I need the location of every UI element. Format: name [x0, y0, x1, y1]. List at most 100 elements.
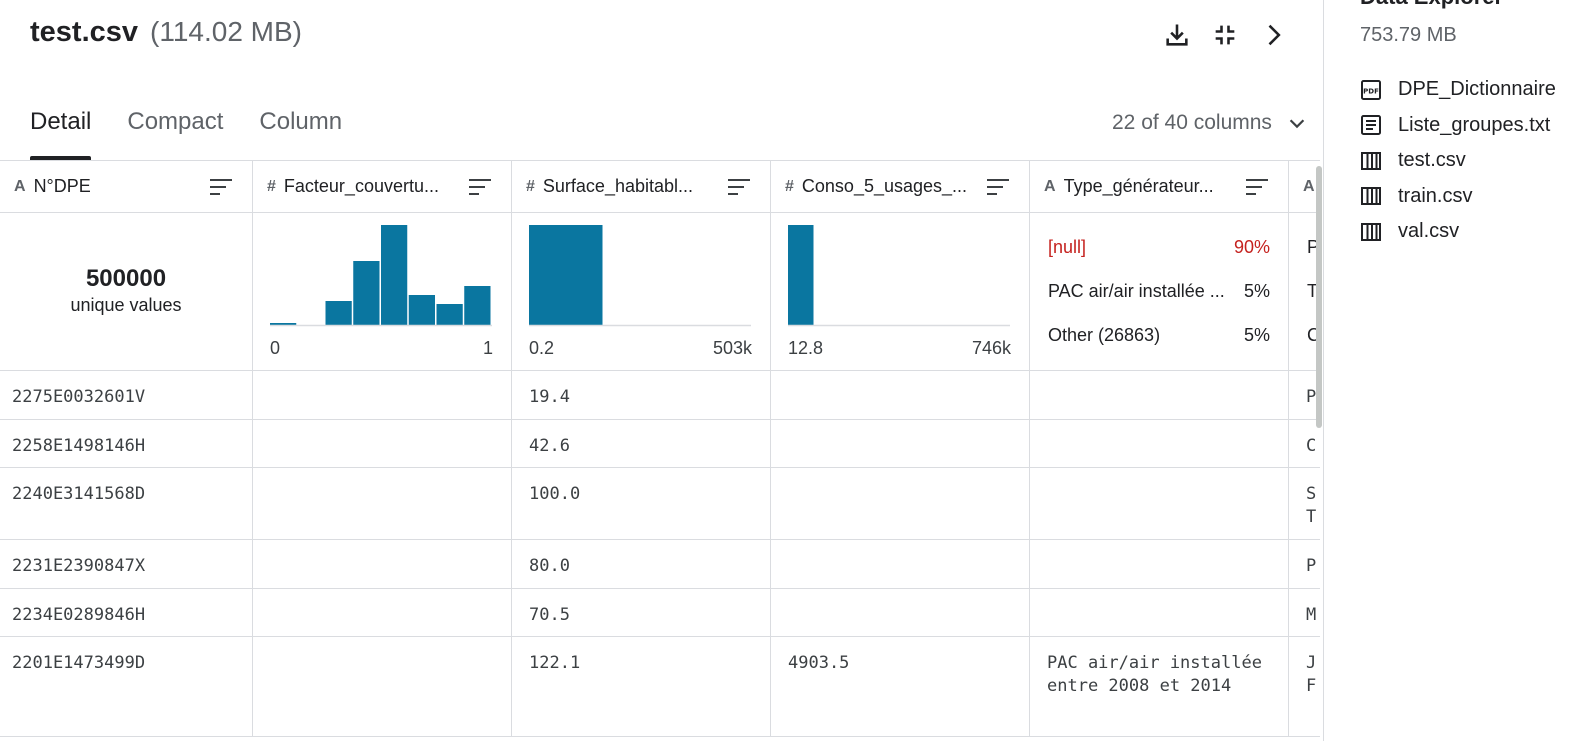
- category-label: [null]: [1048, 237, 1087, 257]
- collapse-icon[interactable]: [1208, 18, 1242, 52]
- histogram-summary: 0 1: [253, 213, 512, 370]
- file-name: train.csv: [1398, 184, 1473, 207]
- histogram-bar[interactable]: [325, 301, 352, 325]
- table-cell[interactable]: M: [1289, 589, 1323, 636]
- table-cell[interactable]: 19.4: [512, 371, 771, 419]
- histogram-bar[interactable]: [353, 261, 380, 325]
- histogram[interactable]: [270, 225, 494, 329]
- vertical-scrollbar[interactable]: [1316, 166, 1322, 428]
- category-row[interactable]: [null] 90%: [1048, 237, 1270, 258]
- category-row[interactable]: Other (26863) 5%: [1048, 325, 1270, 346]
- number-type-icon: #: [267, 177, 276, 195]
- table-cell[interactable]: 2231E2390847X: [0, 540, 253, 588]
- axis-min: 0.2: [529, 338, 555, 358]
- tab-detail[interactable]: Detail: [30, 92, 92, 160]
- table-row: 2231E2390847X 80.0 P: [0, 540, 1320, 589]
- table-cell[interactable]: P: [1289, 540, 1323, 588]
- table-cell[interactable]: 2201E1473499D: [0, 637, 253, 736]
- text-type-icon: A: [1044, 177, 1056, 195]
- table-cell[interactable]: 70.5: [512, 589, 771, 636]
- column-header[interactable]: A N°DPE: [0, 161, 253, 212]
- chevron-right-icon[interactable]: [1256, 18, 1290, 52]
- column-header[interactable]: A Type_générateur...: [1030, 161, 1289, 212]
- table-cell[interactable]: 4903.5: [771, 637, 1030, 736]
- axis-max: 503k: [712, 338, 752, 358]
- histogram-bar[interactable]: [408, 295, 435, 325]
- category-pct: 5%: [1243, 281, 1270, 301]
- column-header[interactable]: # Facteur_couvertu...: [253, 161, 512, 212]
- file-item-dpe-dictionnaire[interactable]: PDF DPE_Dictionnaire: [1360, 72, 1587, 108]
- column-label: Type_générateur...: [1063, 176, 1214, 196]
- table-row: 2240E3141568D 100.0 S T: [0, 468, 1320, 540]
- table-cell[interactable]: [1030, 371, 1289, 419]
- sort-icon[interactable]: [726, 177, 754, 197]
- table-cell[interactable]: [771, 468, 1030, 539]
- table-cell[interactable]: [253, 589, 512, 636]
- table-cell[interactable]: [771, 589, 1030, 636]
- histogram[interactable]: [788, 225, 1012, 329]
- table-cell[interactable]: PAC air/air installée entre 2008 et 2014: [1030, 637, 1289, 736]
- column-header[interactable]: # Conso_5_usages_...: [771, 161, 1030, 212]
- histogram-bar[interactable]: [381, 225, 408, 325]
- histogram-bar[interactable]: [788, 225, 814, 325]
- column-label: Surface_habitabl...: [542, 176, 694, 196]
- chevron-down-icon: [1289, 119, 1305, 129]
- table-cell[interactable]: [253, 371, 512, 419]
- category-pct: 5%: [1243, 325, 1270, 345]
- table-cell[interactable]: 2240E3141568D: [0, 468, 253, 539]
- file-item-test-csv[interactable]: test.csv: [1356, 143, 1587, 179]
- tab-compact[interactable]: Compact: [127, 92, 223, 160]
- column-count: 22 of 40 columns: [1112, 111, 1272, 134]
- sort-icon[interactable]: [1244, 177, 1272, 197]
- download-icon[interactable]: [1160, 18, 1194, 52]
- table-cell[interactable]: 80.0: [512, 540, 771, 588]
- sort-icon[interactable]: [467, 177, 495, 197]
- table-cell[interactable]: S T: [1289, 468, 1323, 539]
- header-row: A N°DPE # Facteur_couvertu... # Surface_…: [0, 161, 1320, 213]
- table-cell[interactable]: [253, 540, 512, 588]
- sort-icon[interactable]: [208, 177, 236, 197]
- table-cell[interactable]: [253, 637, 512, 736]
- column-selector[interactable]: 22 of 40 columns: [1112, 111, 1308, 135]
- table-cell[interactable]: 2275E0032601V: [0, 371, 253, 419]
- column-label: Conso_5_usages_...: [801, 176, 968, 196]
- axis-min: 12.8: [788, 338, 824, 358]
- histogram-bar[interactable]: [270, 323, 297, 325]
- table-cell[interactable]: J F: [1289, 637, 1323, 736]
- histogram-summary: 0.2 503k: [512, 213, 771, 370]
- table-icon: [1361, 222, 1381, 241]
- table-cell[interactable]: [253, 420, 512, 467]
- table-cell[interactable]: [771, 540, 1030, 588]
- table-cell[interactable]: [771, 371, 1030, 419]
- tab-column[interactable]: Column: [259, 92, 342, 160]
- file-item-train-csv[interactable]: train.csv: [1360, 179, 1587, 215]
- table-cell[interactable]: 42.6: [512, 420, 771, 467]
- histogram-summary: 12.8 746k: [771, 213, 1030, 370]
- histogram-bar[interactable]: [529, 225, 603, 325]
- table-cell[interactable]: [1030, 589, 1289, 636]
- table-cell[interactable]: [1030, 420, 1289, 467]
- dataset-size: 753.79 MB: [1360, 24, 1457, 46]
- histogram-bar[interactable]: [464, 286, 491, 325]
- category-pct: 90%: [1233, 237, 1270, 257]
- unique-label: unique values: [70, 295, 182, 315]
- file-item-val-csv[interactable]: val.csv: [1360, 214, 1587, 250]
- table-cell[interactable]: 2234E0289846H: [0, 589, 253, 636]
- table-cell[interactable]: [1030, 540, 1289, 588]
- table-cell[interactable]: [253, 468, 512, 539]
- table-cell[interactable]: 2258E1498146H: [0, 420, 253, 467]
- data-explorer-sidebar: Data Explorer 753.79 MB PDF DPE_Dictionn…: [1324, 0, 1587, 741]
- histogram[interactable]: [529, 225, 753, 329]
- unique-summary: 500000 unique values: [0, 213, 253, 370]
- table-cell[interactable]: 122.1: [512, 637, 771, 736]
- table-cell[interactable]: [771, 420, 1030, 467]
- histogram-bar[interactable]: [436, 304, 463, 325]
- column-header[interactable]: # Surface_habitabl...: [512, 161, 771, 212]
- file-item-liste-groupes[interactable]: Liste_groupes.txt: [1360, 108, 1587, 144]
- sort-icon[interactable]: [985, 177, 1013, 197]
- table-cell[interactable]: [1030, 468, 1289, 539]
- category-label: PAC air/air installée ...: [1048, 281, 1225, 301]
- category-row[interactable]: PAC air/air installée ... 5%: [1048, 281, 1270, 302]
- file-size: (114.02 MB): [150, 16, 303, 47]
- table-cell[interactable]: 100.0: [512, 468, 771, 539]
